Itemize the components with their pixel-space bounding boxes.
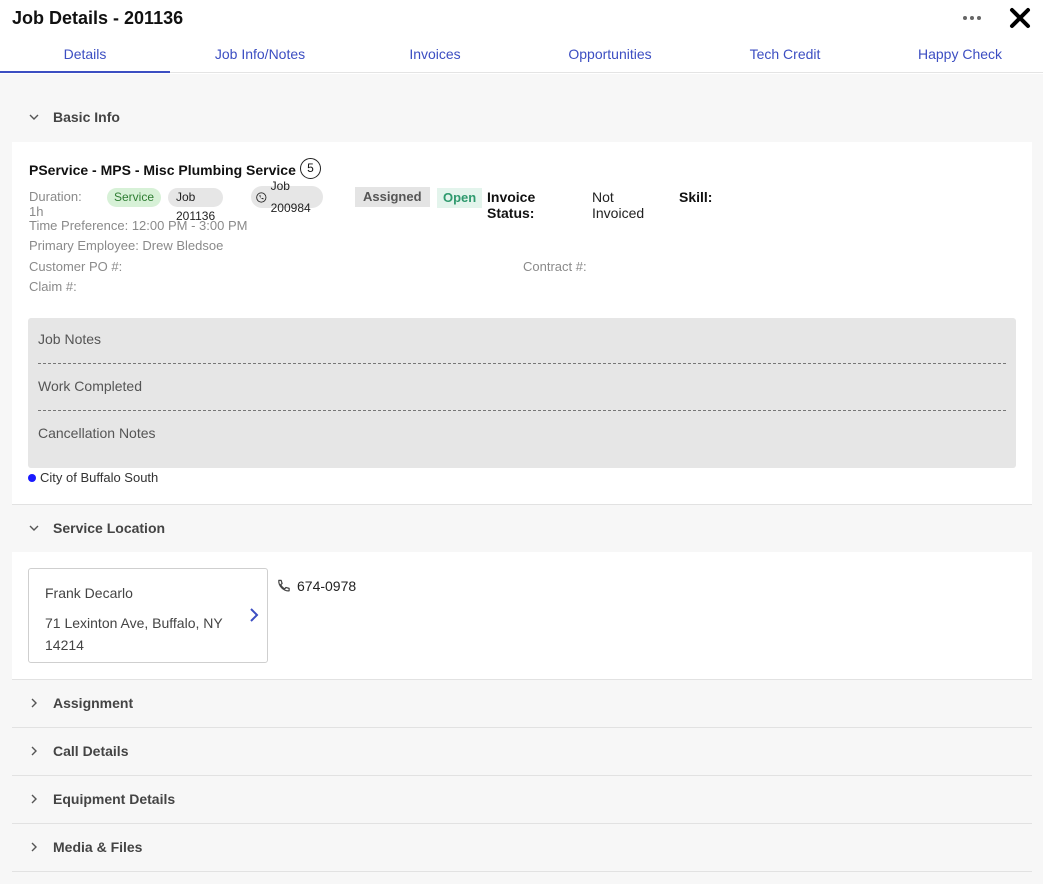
skill-label: Skill: [679, 189, 713, 205]
service-title: PService - MPS - Misc Plumbing Service [29, 162, 296, 178]
call-details-section-header[interactable]: Call Details [12, 728, 1032, 774]
notes-panel: Job Notes Work Completed Cancellation No… [28, 318, 1016, 468]
basic-info-title: Basic Info [53, 109, 120, 125]
open-status-tag: Open [437, 188, 483, 208]
tab-tech-credit[interactable]: Tech Credit [700, 36, 870, 72]
location-card[interactable]: Frank Decarlo 71 Lexinton Ave, Buffalo, … [28, 568, 268, 663]
service-badge: Service [107, 188, 162, 207]
call-details-title: Call Details [53, 743, 129, 759]
header-bar: Job Details - 201136 [0, 0, 1043, 36]
service-location-header[interactable]: Service Location [12, 505, 1032, 551]
claim-number: Claim #: [29, 279, 77, 294]
chevron-right-icon [31, 794, 37, 804]
phone-text: 674-0978 [297, 578, 357, 594]
customer-name: Frank Decarlo [45, 585, 133, 601]
tab-details[interactable]: Details [0, 36, 170, 73]
contract-number: Contract #: [523, 259, 587, 274]
chevron-down-icon [29, 525, 39, 531]
service-location-card: Frank Decarlo 71 Lexinton Ave, Buffalo, … [12, 552, 1032, 679]
customer-address: 71 Lexinton Ave, Buffalo, NY 14214 [45, 615, 223, 653]
time-preference: Time Preference: 12:00 PM - 3:00 PM [29, 218, 248, 233]
media-files-title: Media & Files [53, 839, 143, 855]
linked-job-label: Job 200984 [270, 179, 311, 215]
chevron-right-icon [31, 746, 37, 756]
tab-opportunities[interactable]: Opportunities [520, 36, 700, 72]
job-number-badge[interactable]: Job 201136 [168, 188, 224, 223]
assignment-title: Assignment [53, 695, 134, 711]
work-completed-label[interactable]: Work Completed [38, 378, 1006, 394]
equipment-details-section-header[interactable]: Equipment Details [12, 776, 1032, 822]
close-icon[interactable] [1008, 6, 1032, 30]
invoice-status-label: Invoice Status: [487, 189, 536, 221]
primary-employee: Primary Employee: Drew Bledsoe [29, 238, 224, 253]
customer-po: Customer PO #: [29, 259, 123, 274]
notes-divider [38, 363, 1006, 364]
tab-happy-check[interactable]: Happy Check [870, 36, 1043, 72]
job-notes-label[interactable]: Job Notes [38, 331, 1006, 347]
details-content: Basic Info PService - MPS - Misc Plumbin… [0, 74, 1043, 884]
cancellation-notes-label[interactable]: Cancellation Notes [38, 425, 1006, 441]
tab-bar: Details Job Info/Notes Invoices Opportun… [0, 36, 1043, 73]
tab-invoices[interactable]: Invoices [350, 36, 520, 72]
more-horizontal-icon[interactable] [960, 10, 984, 26]
chevron-right-icon [250, 608, 259, 622]
section-divider [12, 871, 1032, 872]
tab-job-info-notes[interactable]: Job Info/Notes [170, 36, 350, 72]
assignment-section-header[interactable]: Assignment [12, 680, 1032, 726]
page-title: Job Details - 201136 [12, 8, 184, 28]
equipment-details-title: Equipment Details [53, 791, 176, 807]
linked-job-badge[interactable]: Job 200984 [251, 179, 324, 215]
invoice-status-value: Not Invoiced [592, 189, 645, 221]
zone-indicator: City of Buffalo South [28, 470, 158, 485]
phone-icon [278, 579, 290, 591]
media-files-section-header[interactable]: Media & Files [12, 824, 1032, 870]
zone-label: City of Buffalo South [40, 470, 159, 485]
chevron-down-icon [29, 114, 39, 120]
service-location-title: Service Location [53, 520, 166, 536]
phone-callback-icon [256, 191, 267, 203]
zone-dot-icon [28, 473, 36, 482]
assigned-status-tag: Assigned [355, 187, 430, 207]
basic-info-header[interactable]: Basic Info [12, 94, 1032, 140]
chevron-right-icon [31, 698, 37, 708]
phone-number[interactable]: 674-0978 [276, 578, 356, 594]
chevron-right-icon [31, 842, 37, 852]
duration-text: Duration: 1h [29, 189, 82, 219]
basic-info-card: PService - MPS - Misc Plumbing Service 5… [12, 142, 1032, 504]
notes-divider [38, 410, 1006, 411]
